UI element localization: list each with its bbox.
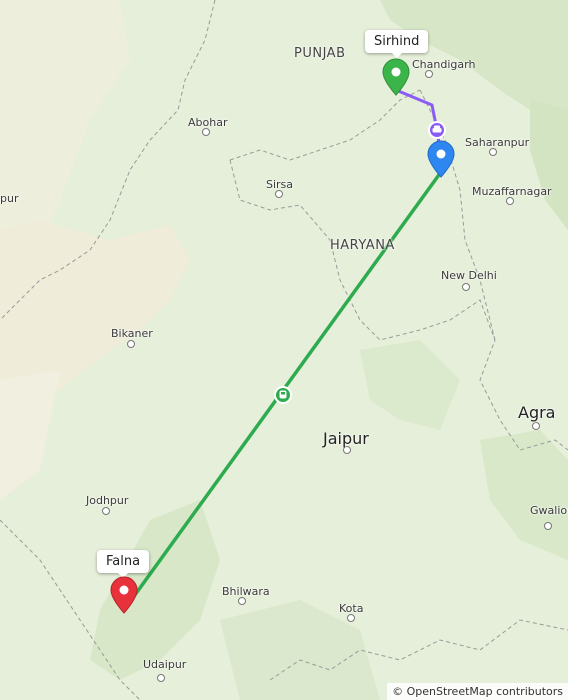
city-dot-chandigarh xyxy=(425,70,433,78)
city-label-kota: Kota xyxy=(339,602,364,615)
city-dot-new-delhi xyxy=(462,283,470,291)
train-icon xyxy=(274,386,292,404)
city-dot-jodhpur xyxy=(102,507,110,515)
city-dot-saharanpur xyxy=(489,148,497,156)
city-label-sirsa: Sirsa xyxy=(266,178,294,191)
city-label-udaipur: Udaipur xyxy=(143,658,187,671)
car-icon xyxy=(428,121,446,139)
region-label-punjab: PUNJAB xyxy=(294,46,346,61)
city-label-jaipur: Jaipur xyxy=(323,429,369,448)
city-dot-muzaffarnagar xyxy=(506,197,514,205)
city-label-saharanpur: Saharanpur xyxy=(465,136,530,149)
region-label-haryana: HARYANA xyxy=(330,238,395,253)
city-label-gwalior: Gwalior xyxy=(530,504,568,517)
start-marker-pin-icon[interactable] xyxy=(382,58,410,96)
city-dot-bhilwara xyxy=(238,597,246,605)
start-marker-label: Sirhind xyxy=(365,30,429,58)
city-label-muzaffarnagar: Muzaffarnagar xyxy=(472,185,552,198)
city-label-edge: pur xyxy=(0,192,19,205)
map-attribution[interactable]: © OpenStreetMap contributors xyxy=(387,683,568,700)
city-label-jodhpur: Jodhpur xyxy=(86,494,129,507)
city-dot-gwalior xyxy=(544,522,552,530)
city-label-new-delhi: New Delhi xyxy=(441,269,497,282)
city-label-bhilwara: Bhilwara xyxy=(222,585,270,598)
end-marker-label: Falna xyxy=(97,550,150,578)
map-base-layer xyxy=(0,0,568,700)
waypoint-marker-pin-icon[interactable] xyxy=(427,140,455,178)
city-label-agra: Agra xyxy=(518,403,556,422)
city-dot-bikaner xyxy=(127,340,135,348)
map-canvas[interactable]: PUNJAB HARYANA Chandigarh Abohar Saharan… xyxy=(0,0,568,700)
end-marker-pin-icon[interactable] xyxy=(110,576,138,614)
city-label-chandigarh: Chandigarh xyxy=(412,58,476,71)
city-label-abohar: Abohar xyxy=(188,116,228,129)
city-dot-abohar xyxy=(202,128,210,136)
city-dot-agra xyxy=(532,422,540,430)
city-label-bikaner: Bikaner xyxy=(111,327,153,340)
city-dot-kota xyxy=(347,614,355,622)
city-dot-sirsa xyxy=(275,190,283,198)
city-dot-udaipur xyxy=(157,674,165,682)
